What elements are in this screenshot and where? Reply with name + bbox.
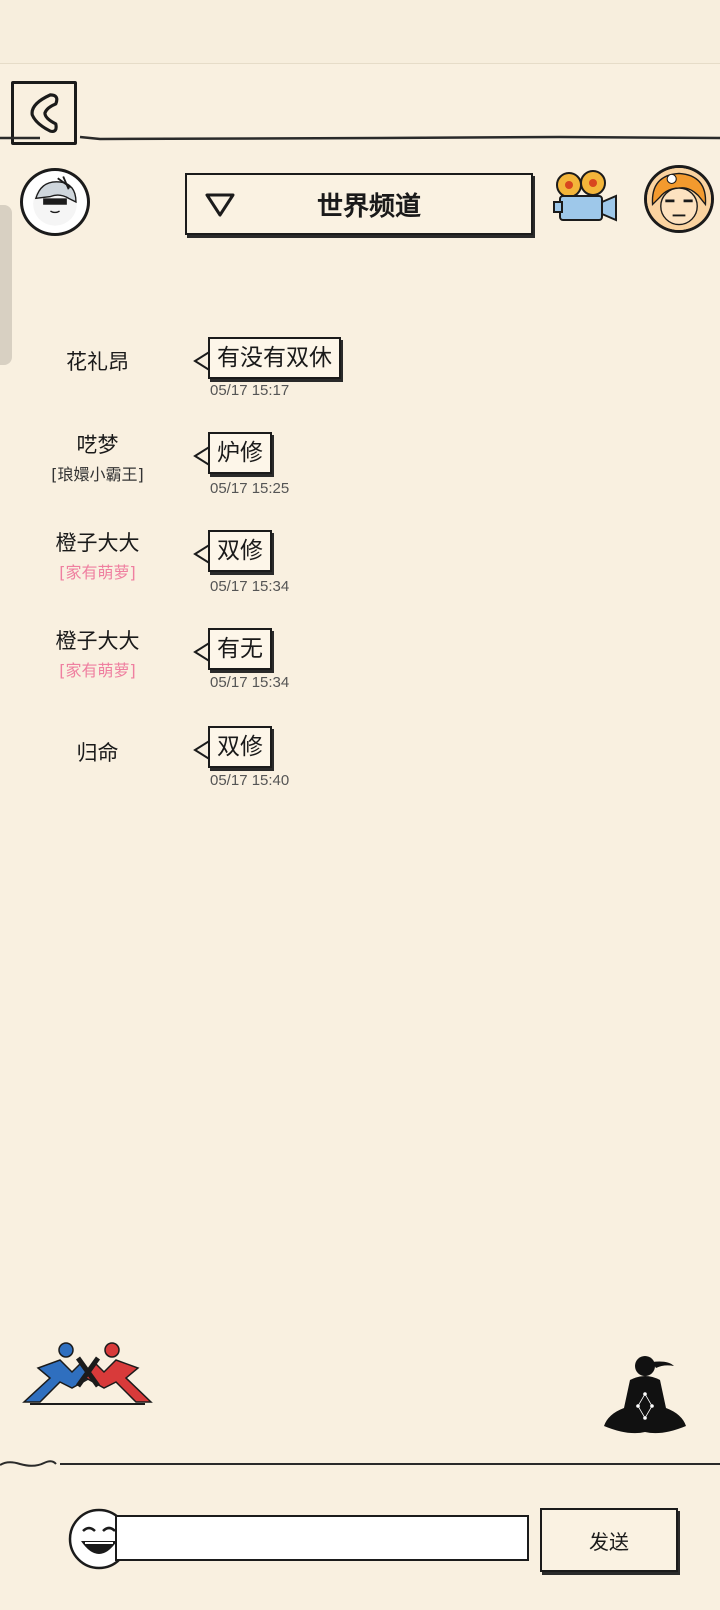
my-avatar[interactable] [644, 165, 714, 233]
chat-message: 橙子大大 [家有萌萝] 双修 05/17 15:34 [0, 523, 720, 613]
message-bubble[interactable]: 双修 [208, 726, 272, 768]
channel-title: 世界频道 [316, 191, 421, 222]
message-time: 05/17 15:40 [210, 772, 290, 789]
footer-divider [0, 1460, 720, 1467]
chat-input[interactable] [115, 1515, 529, 1561]
movie-camera-icon[interactable] [552, 168, 622, 230]
sender-title: [家有萌萝] [59, 661, 136, 680]
message-time: 05/17 15:17 [210, 382, 290, 399]
message-bubble[interactable]: 有无 [208, 628, 272, 670]
message-bubble[interactable]: 双修 [208, 530, 272, 572]
sender-title: [家有萌萝] [59, 563, 136, 582]
chat-message: 呓梦 [琅嬛小霸王] 炉修 05/17 15:25 [0, 425, 720, 515]
channel-selector[interactable]: 世界频道 [185, 173, 533, 235]
message-time: 05/17 15:34 [210, 674, 290, 691]
sender-name[interactable]: 橙子大大 [20, 625, 175, 655]
sender-name[interactable]: 呓梦 [20, 429, 175, 459]
sender-name[interactable]: 归命 [20, 737, 175, 767]
message-time: 05/17 15:25 [210, 480, 290, 497]
sender-title: [琅嬛小霸王] [51, 465, 144, 484]
header-divider [0, 135, 720, 141]
message-bubble[interactable]: 有没有双休 [208, 337, 341, 379]
chat-message: 归命 双修 05/17 15:40 [0, 719, 720, 809]
status-bar-area [0, 0, 720, 64]
sender-name[interactable]: 橙子大大 [20, 527, 175, 557]
meditation-icon[interactable] [602, 1352, 688, 1440]
sender-name[interactable]: 花礼昂 [20, 346, 175, 376]
message-bubble[interactable]: 炉修 [208, 432, 272, 474]
message-time: 05/17 15:34 [210, 578, 290, 595]
send-button[interactable]: 发送 [540, 1508, 678, 1572]
chat-message: 花礼昂 有没有双休 05/17 15:17 [0, 330, 720, 420]
avatar[interactable] [20, 168, 90, 236]
chat-message: 橙子大大 [家有萌萝] 有无 05/17 15:34 [0, 621, 720, 711]
pvp-fighters-icon[interactable] [20, 1338, 155, 1406]
